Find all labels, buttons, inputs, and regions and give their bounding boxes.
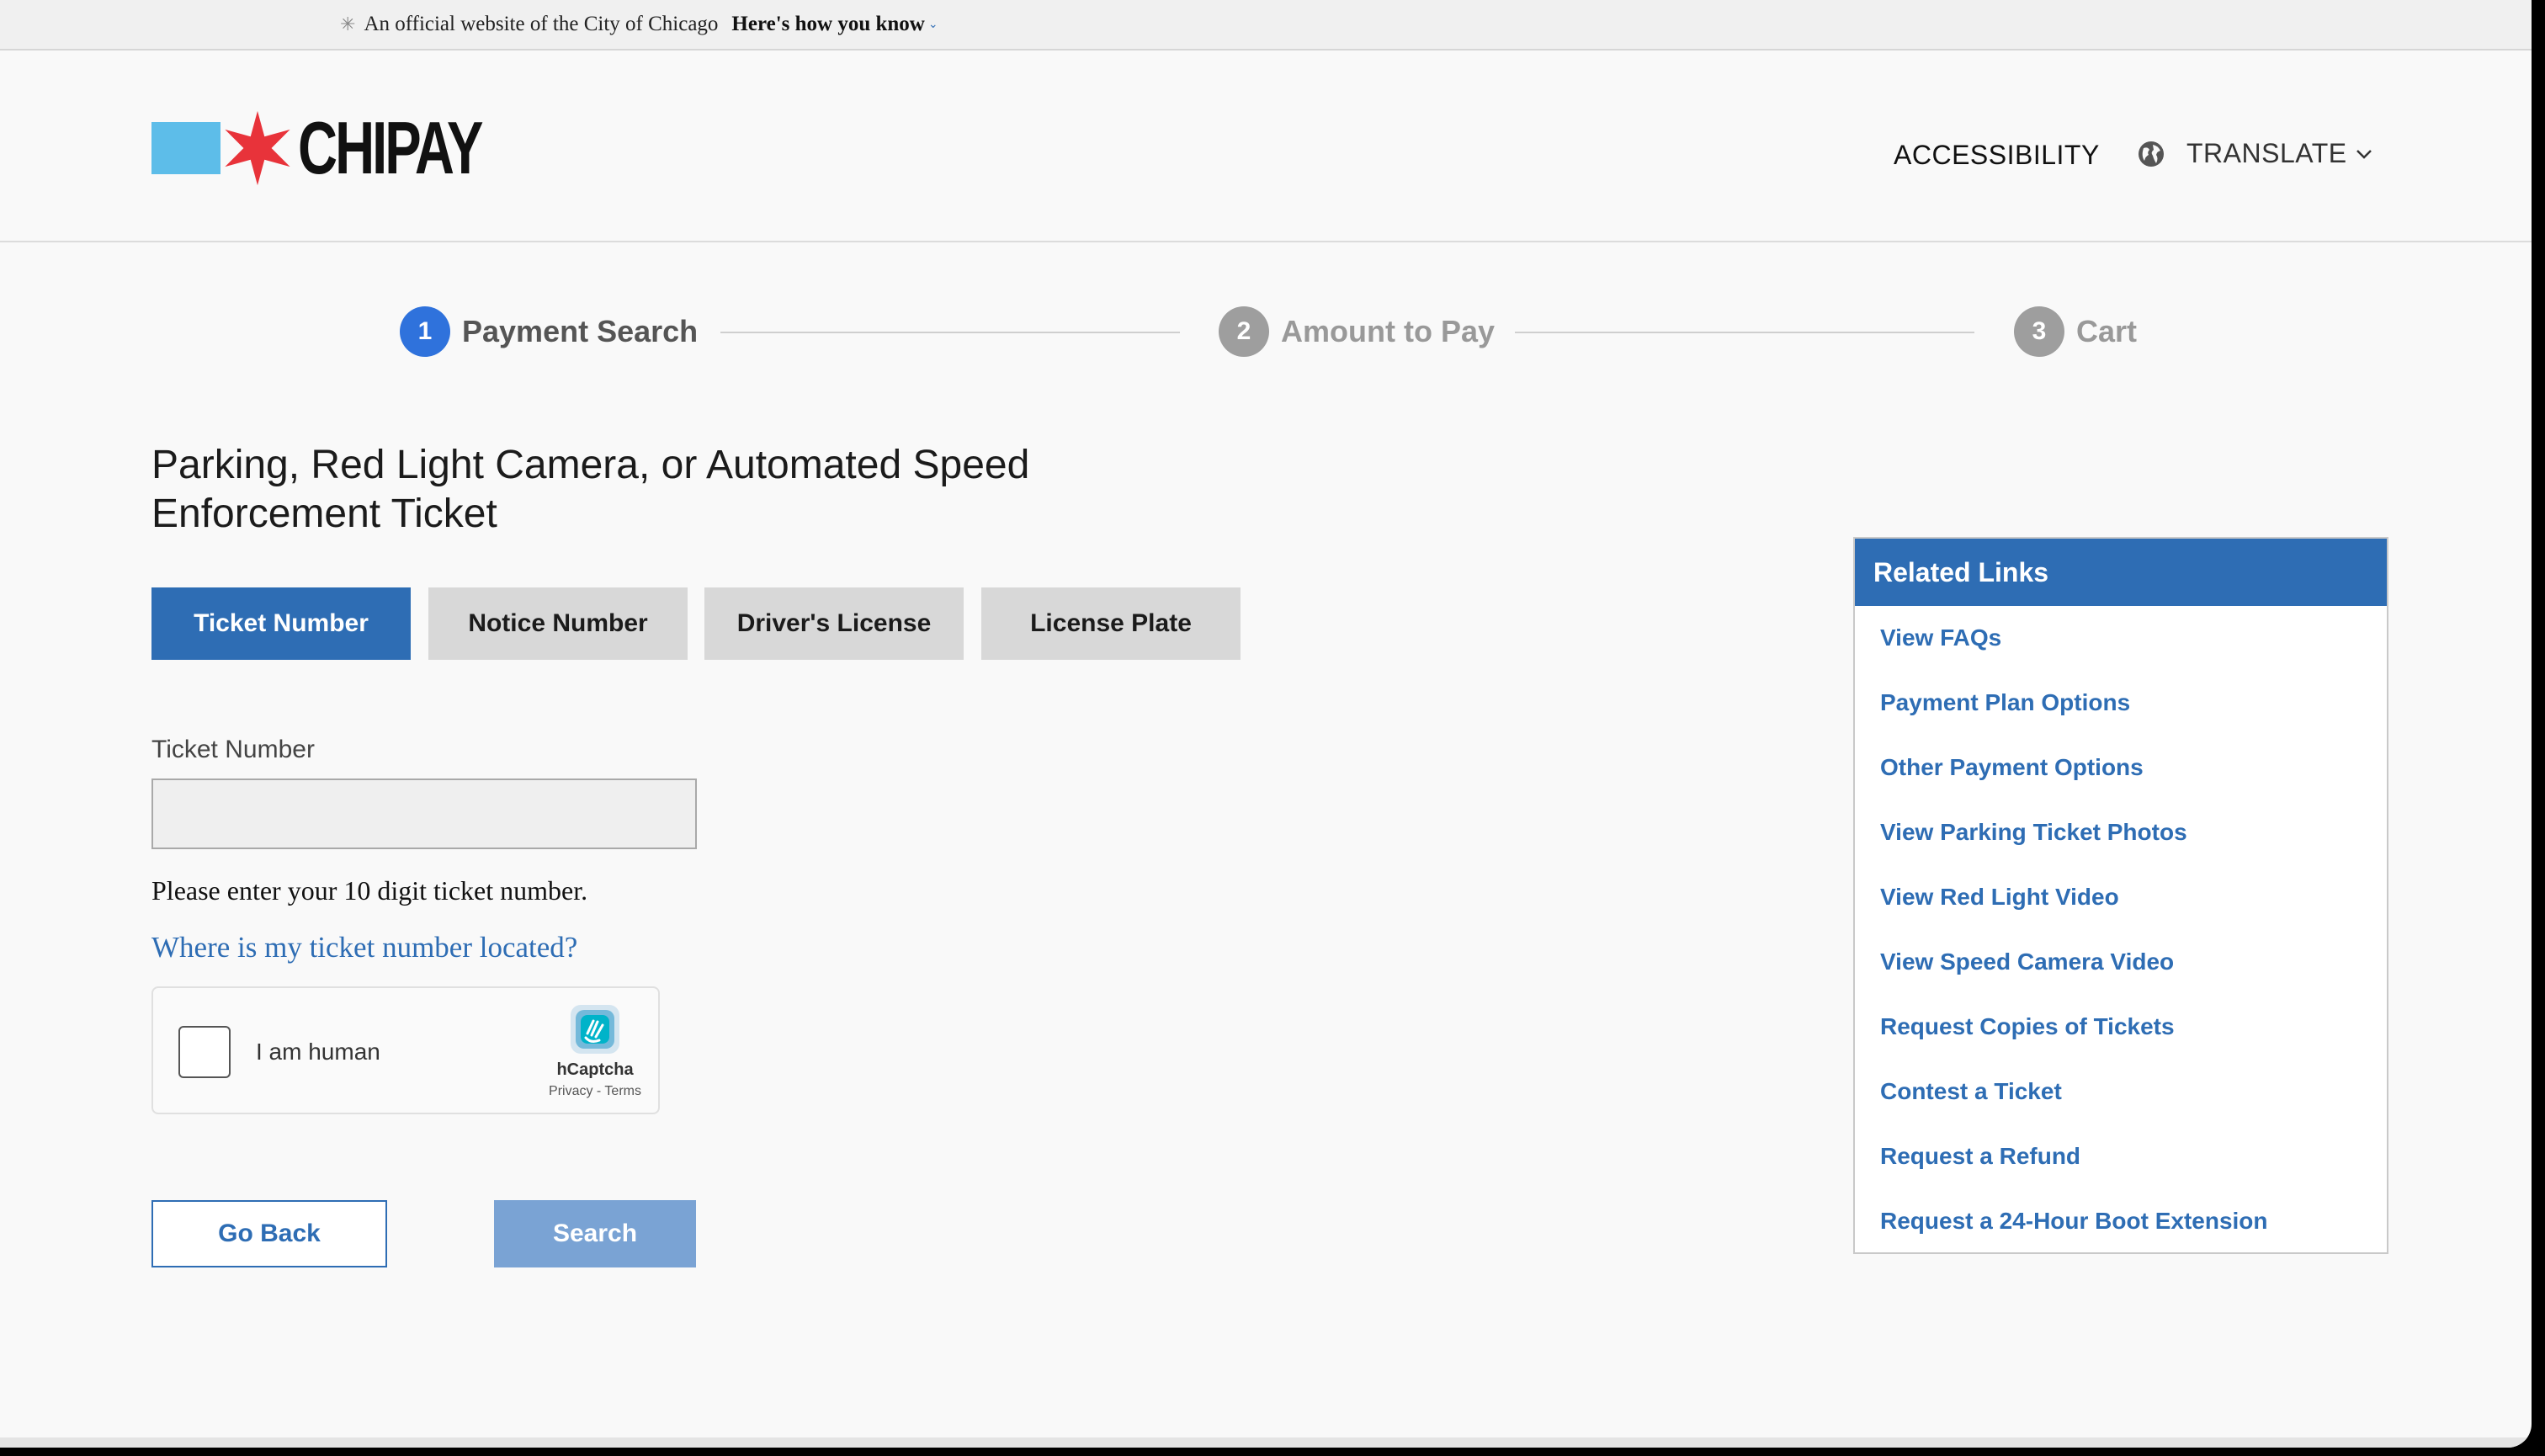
accessibility-link[interactable]: ACCESSIBILITY — [1894, 140, 2100, 171]
ticket-help-text: Please enter your 10 digit ticket number… — [151, 875, 588, 906]
related-link-other-payment[interactable]: Other Payment Options — [1880, 751, 2387, 816]
captcha-label: I am human — [256, 1039, 380, 1065]
browser-window: ✳ An official website of the City of Chi… — [0, 0, 2532, 1448]
step-amount-to-pay: 2 Amount to Pay — [1219, 306, 1495, 357]
related-link-view-faqs[interactable]: View FAQs — [1880, 621, 2387, 686]
step-connector — [1515, 332, 1974, 333]
search-button[interactable]: Search — [494, 1200, 696, 1267]
official-banner-text: An official website of the City of Chica… — [364, 13, 719, 35]
step-cart: 3 Cart — [2014, 306, 2137, 357]
related-link-request-copies[interactable]: Request Copies of Tickets — [1880, 1010, 2387, 1075]
related-link-parking-photos[interactable]: View Parking Ticket Photos — [1880, 816, 2387, 880]
captcha-checkbox[interactable] — [178, 1026, 231, 1078]
tab-ticket-number[interactable]: Ticket Number — [151, 587, 411, 660]
translate-label: TRANSLATE — [2186, 138, 2347, 168]
chevron-down-icon[interactable]: ⌄ — [928, 18, 938, 32]
step-label: Cart — [2076, 314, 2138, 348]
related-link-red-light-video[interactable]: View Red Light Video — [1880, 880, 2387, 945]
hcaptcha-logo-icon — [571, 1005, 619, 1054]
step-number: 1 — [400, 306, 450, 357]
chipay-logo[interactable]: CHIPAY — [151, 106, 545, 190]
ticket-number-label: Ticket Number — [151, 736, 315, 763]
step-number: 3 — [2014, 306, 2064, 357]
how-you-know-link[interactable]: Here's how you know — [731, 13, 924, 36]
official-website-banner: ✳ An official website of the City of Chi… — [0, 0, 2532, 50]
translate-menu[interactable]: TRANSLATE — [2138, 138, 2374, 169]
related-link-request-refund[interactable]: Request a Refund — [1880, 1140, 2387, 1204]
progress-stepper: 1 Payment Search 2 Amount to Pay 3 Cart — [0, 303, 2532, 362]
related-link-payment-plan[interactable]: Payment Plan Options — [1880, 686, 2387, 751]
tab-license-plate[interactable]: License Plate — [981, 587, 1241, 660]
tab-notice-number[interactable]: Notice Number — [428, 587, 688, 660]
step-payment-search: 1 Payment Search — [400, 306, 698, 357]
related-links-list: View FAQs Payment Plan Options Other Pay… — [1855, 606, 2387, 1269]
go-back-button[interactable]: Go Back — [151, 1200, 387, 1267]
related-links-panel: Related Links View FAQs Payment Plan Opt… — [1853, 537, 2388, 1254]
hcaptcha-widget: I am human hCaptcha Privacy - Terms — [151, 986, 660, 1114]
ticket-number-input[interactable] — [151, 778, 697, 849]
related-link-boot-extension[interactable]: Request a 24-Hour Boot Extension — [1880, 1204, 2387, 1269]
bottom-scroll-edge — [0, 1437, 2532, 1448]
captcha-brand: hCaptcha — [556, 1060, 634, 1079]
step-label: Payment Search — [462, 314, 699, 348]
flag-stripe-icon — [151, 122, 220, 174]
globe-icon — [2139, 141, 2164, 167]
chicago-star-icon — [225, 110, 290, 186]
page-title: Parking, Red Light Camera, or Automated … — [151, 443, 1030, 536]
step-label: Amount to Pay — [1281, 314, 1496, 348]
related-link-contest-ticket[interactable]: Contest a Ticket — [1880, 1075, 2387, 1140]
ticket-location-link[interactable]: Where is my ticket number located? — [151, 931, 577, 964]
site-header: CHIPAY ACCESSIBILITY TRANSLATE — [0, 50, 2532, 242]
step-connector — [720, 332, 1180, 333]
chevron-down-icon — [2356, 149, 2372, 159]
captcha-privacy-terms[interactable]: Privacy - Terms — [523, 1084, 667, 1099]
related-links-title: Related Links — [1855, 539, 2387, 606]
logo-wordmark: CHIPAY — [298, 106, 483, 189]
related-link-speed-camera-video[interactable]: View Speed Camera Video — [1880, 945, 2387, 1010]
step-number: 2 — [1219, 306, 1269, 357]
tab-drivers-license[interactable]: Driver's License — [704, 587, 964, 660]
asterisk-icon: ✳ — [340, 13, 356, 35]
